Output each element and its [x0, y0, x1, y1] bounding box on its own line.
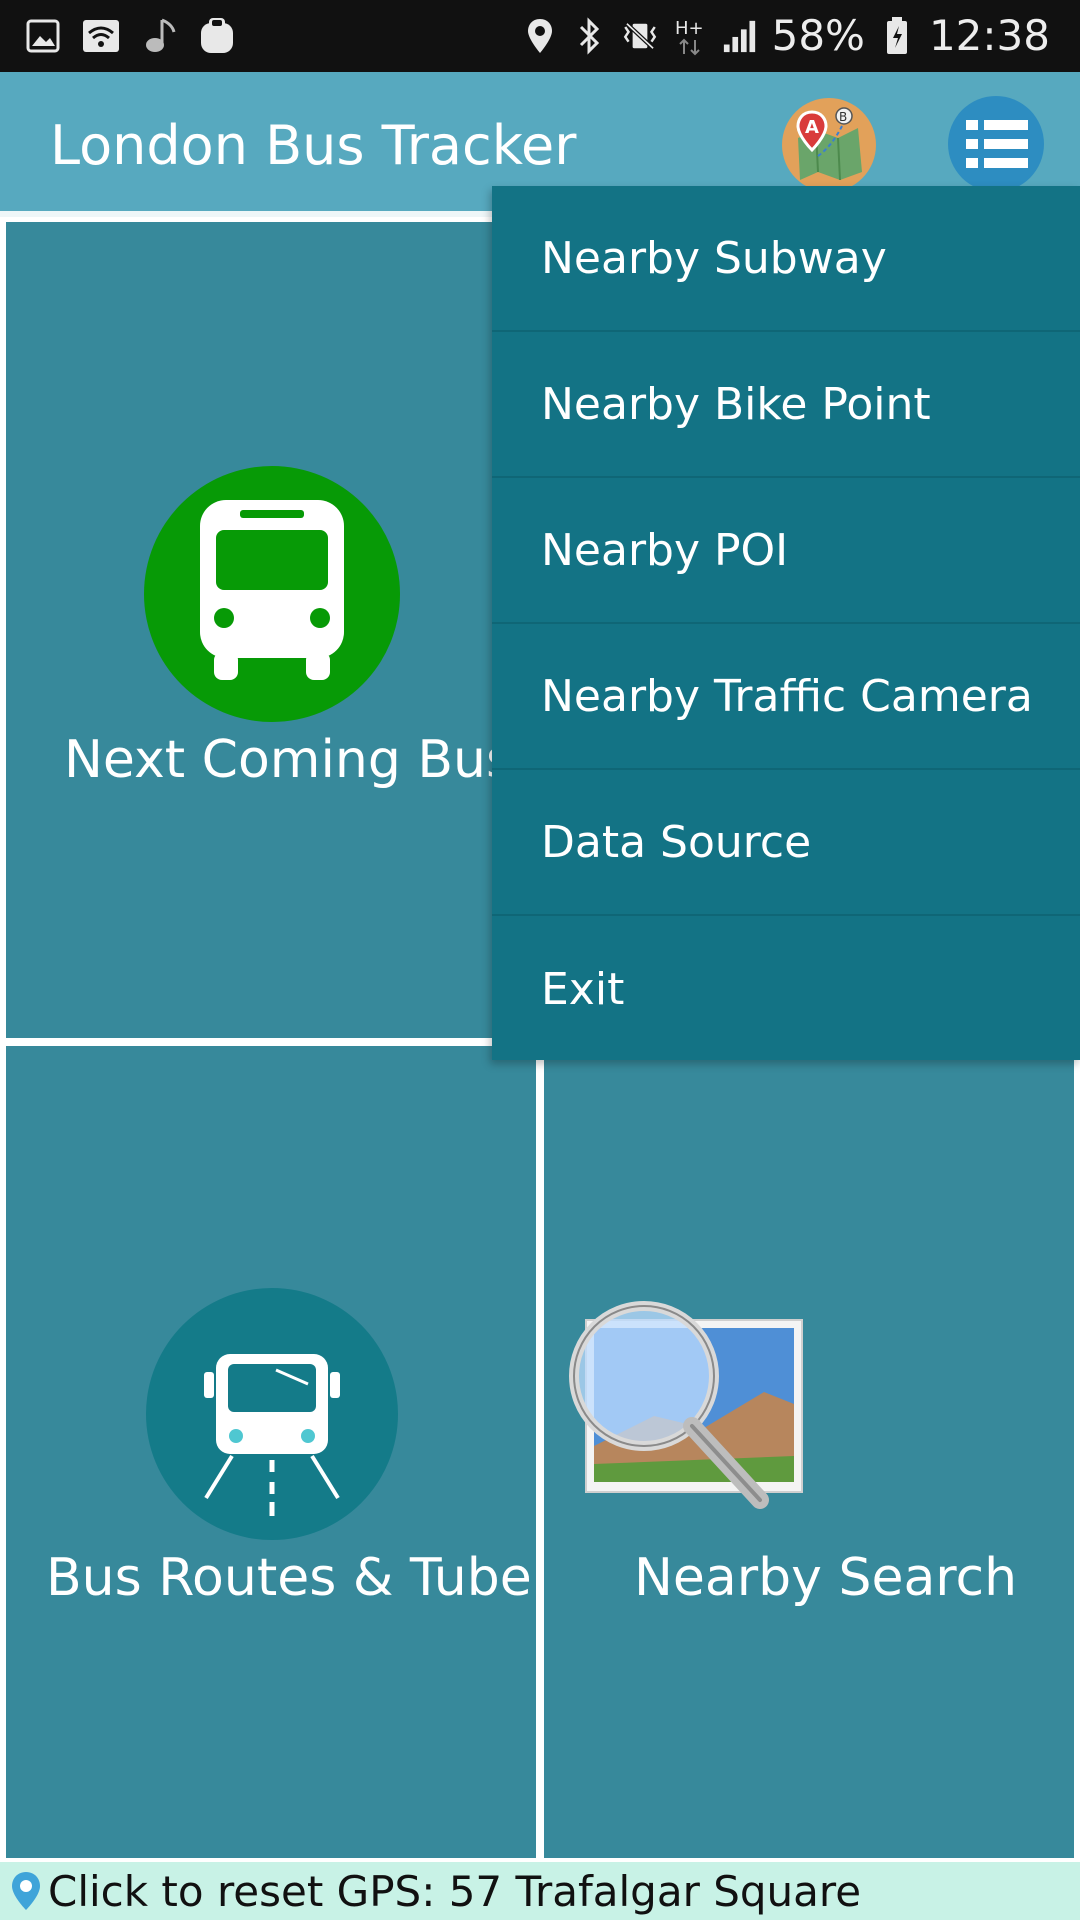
nearby-search-label: Nearby Search — [634, 1548, 1018, 1608]
bus-routes-tube-label: Bus Routes & Tube — [46, 1548, 532, 1608]
next-coming-bus-label: Next Coming Bus — [64, 730, 514, 790]
galaxy-app-icon — [198, 17, 236, 55]
route-map-button[interactable]: A B — [782, 98, 876, 192]
gallery-icon — [24, 17, 62, 55]
status-bar: H+ 58% 12:38 — [0, 0, 1080, 72]
list-menu-icon — [966, 120, 1028, 168]
battery-percent: 58% — [771, 11, 865, 60]
signal-icon — [722, 16, 758, 56]
menu-item-nearby-traffic-camera[interactable]: Nearby Traffic Camera — [492, 624, 1080, 770]
menu-item-nearby-bike-point[interactable]: Nearby Bike Point — [492, 332, 1080, 478]
bus-icon — [200, 500, 344, 680]
bluetooth-icon — [572, 16, 608, 56]
menu-item-nearby-poi[interactable]: Nearby POI — [492, 478, 1080, 624]
clock: 12:38 — [928, 11, 1050, 60]
battery-icon — [879, 16, 915, 56]
menu-item-nearby-subway[interactable]: Nearby Subway — [492, 186, 1080, 332]
system-status: H+ 58% 12:38 — [522, 10, 1050, 62]
menu-item-exit[interactable]: Exit — [492, 916, 1080, 1062]
vibrate-mute-icon — [622, 16, 658, 56]
route-map-icon: A B — [796, 107, 862, 181]
menu-item-data-source[interactable]: Data Source — [492, 770, 1080, 916]
gps-reset-bar[interactable]: Click to reset GPS: 57 Trafalgar Square — [0, 1862, 1080, 1920]
app-title: London Bus Tracker — [50, 114, 577, 177]
location-icon — [522, 16, 558, 56]
bus-routes-tube-tile[interactable]: Bus Routes & Tube — [6, 1046, 536, 1858]
overflow-menu: Nearby Subway Nearby Bike Point Nearby P… — [492, 186, 1080, 1060]
bus-road-icon — [204, 1354, 340, 1516]
music-icon — [140, 17, 178, 55]
bus-icon-circle — [144, 466, 400, 722]
notification-icons — [24, 14, 236, 58]
gps-reset-text: Click to reset GPS: 57 Trafalgar Square — [48, 1867, 862, 1916]
nearby-search-tile[interactable]: Nearby Search — [544, 1046, 1074, 1858]
menu-button[interactable] — [948, 96, 1044, 192]
routes-icon-circle — [146, 1288, 398, 1540]
magnifier-photo-icon — [569, 1301, 803, 1509]
svg-text:B: B — [839, 110, 847, 124]
data-hplus-icon: H+ — [672, 16, 708, 56]
svg-text:A: A — [805, 117, 819, 138]
svg-text:H+: H+ — [675, 18, 704, 39]
map-pin-icon — [12, 1872, 40, 1910]
wifi-icon — [82, 17, 120, 55]
